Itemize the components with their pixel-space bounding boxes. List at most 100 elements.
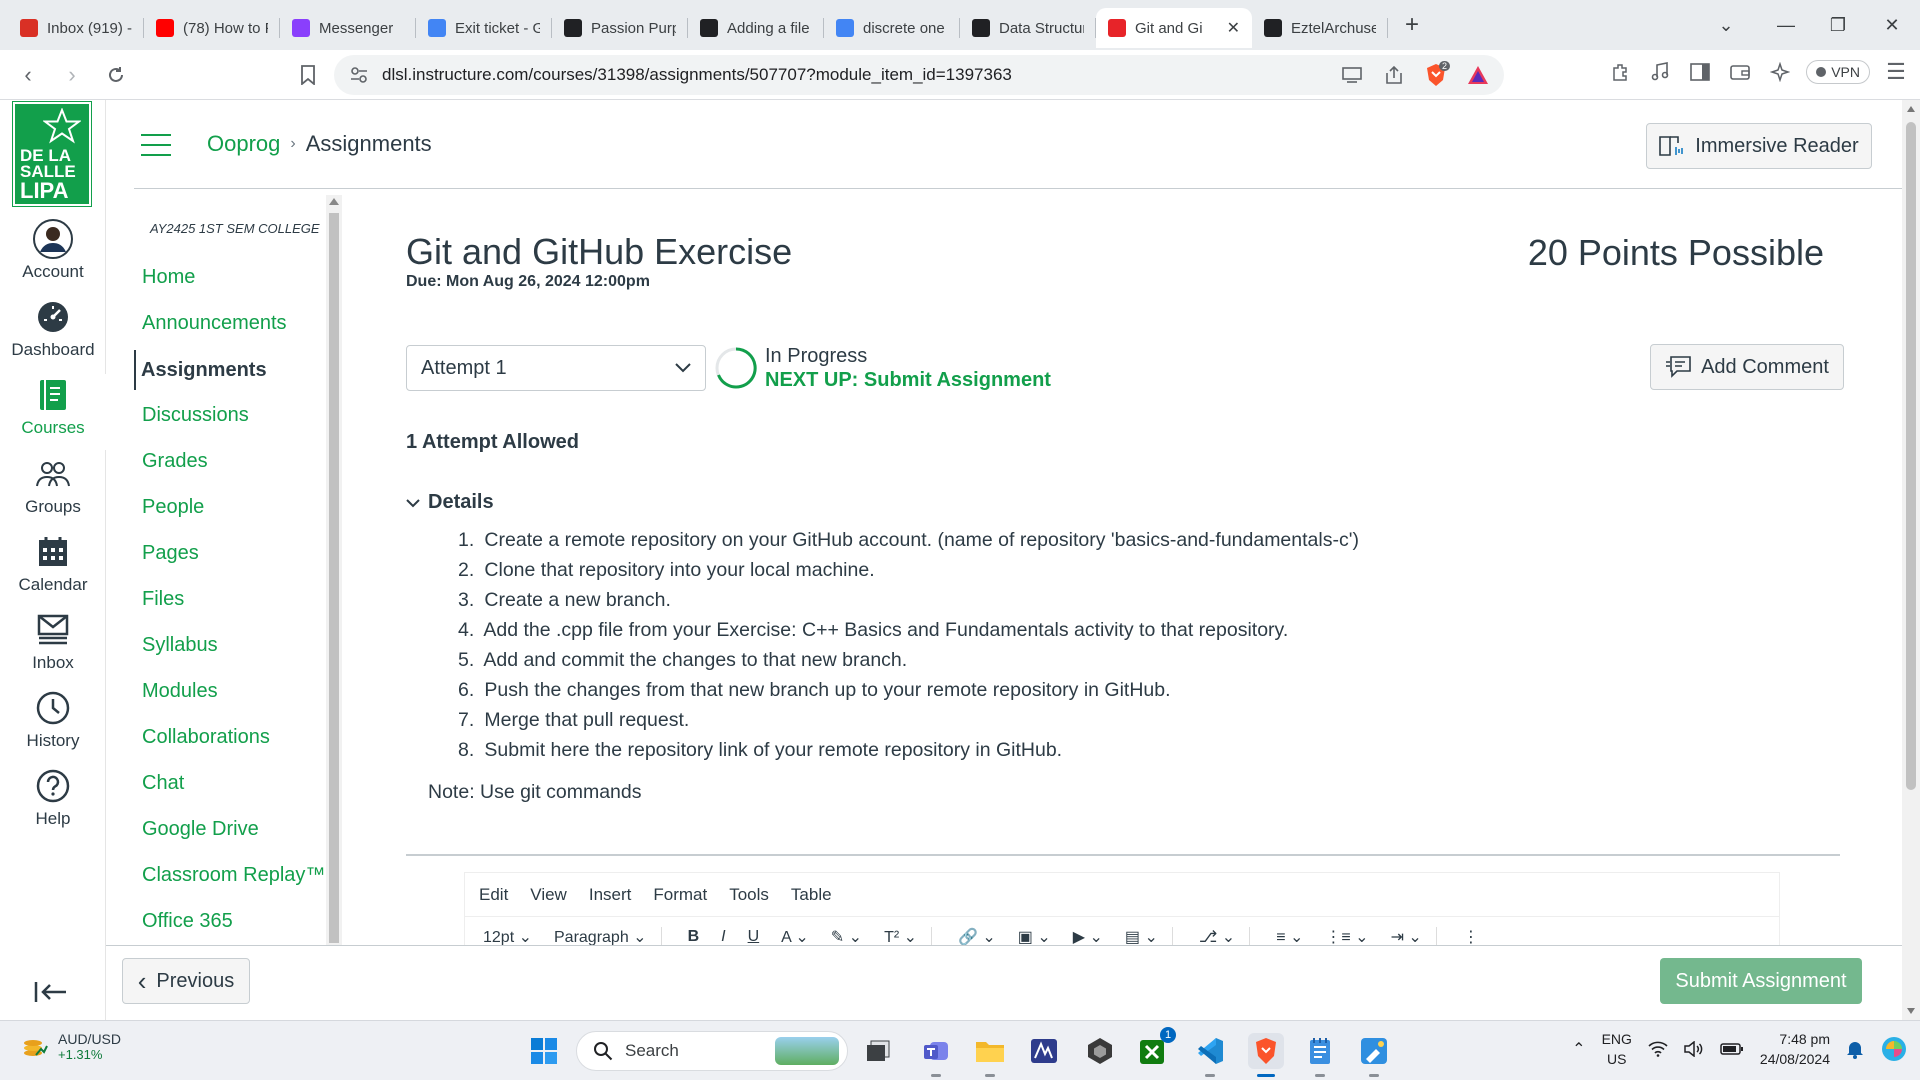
editor-menu-tools[interactable]: Tools — [729, 885, 769, 905]
show-hidden-icons-icon[interactable]: ⌃ — [1572, 1039, 1585, 1059]
course-nav-item-assignments[interactable]: Assignments — [134, 350, 267, 390]
paint-icon[interactable] — [1356, 1033, 1392, 1077]
course-nav-item-people[interactable]: People — [142, 496, 204, 519]
course-nav-item-google-drive[interactable]: Google Drive — [142, 818, 259, 841]
restore-button[interactable]: ❐ — [1812, 0, 1864, 50]
highlight-icon[interactable]: ✎ ⌄ — [831, 927, 862, 945]
global-nav-dashboard[interactable]: Dashboard — [0, 296, 106, 372]
editor-menu-view[interactable]: View — [530, 885, 567, 905]
scroll-down-icon[interactable] — [1907, 1008, 1915, 1014]
previous-button[interactable]: ‹ Previous — [122, 958, 250, 1004]
course-menu-toggle[interactable] — [141, 134, 171, 158]
align-icon[interactable]: ≡ ⌄ — [1276, 927, 1303, 945]
block-format-select[interactable]: Paragraph ⌄ — [554, 927, 647, 945]
scroll-thumb[interactable] — [329, 213, 339, 943]
volume-icon[interactable] — [1684, 1041, 1704, 1057]
vscode-icon[interactable] — [1192, 1033, 1228, 1077]
global-nav-courses[interactable]: Courses — [0, 374, 106, 450]
page-scrollbar[interactable] — [1902, 100, 1920, 1020]
course-nav-item-grades[interactable]: Grades — [142, 450, 208, 473]
reload-icon[interactable] — [98, 57, 134, 93]
details-toggle[interactable]: Details — [406, 491, 494, 514]
brave-browser-icon[interactable] — [1248, 1033, 1284, 1077]
sidebar-icon[interactable] — [1686, 58, 1714, 86]
global-nav-account[interactable]: Account — [0, 218, 106, 294]
indent-icon[interactable]: ⇥ ⌄ — [1391, 927, 1422, 945]
market-widget[interactable]: AUD/USD +1.31% — [22, 1031, 121, 1062]
link-icon[interactable]: 🔗 ⌄ — [958, 927, 996, 945]
battery-icon[interactable] — [1720, 1042, 1744, 1056]
teams-icon[interactable] — [918, 1033, 954, 1077]
scroll-thumb[interactable] — [1906, 122, 1916, 790]
file-explorer-icon[interactable] — [972, 1033, 1008, 1077]
global-nav-inbox[interactable]: Inbox — [0, 609, 106, 685]
collapse-nav-icon[interactable] — [34, 980, 68, 1004]
course-nav-item-home[interactable]: Home — [142, 266, 195, 289]
font-size-select[interactable]: 12pt ⌄ — [483, 927, 532, 945]
editor-menu-edit[interactable]: Edit — [479, 885, 508, 905]
unity-hub-icon[interactable] — [1082, 1033, 1118, 1069]
taskbar-search[interactable]: Search — [576, 1031, 848, 1071]
address-bar[interactable]: dlsl.instructure.com/courses/31398/assig… — [334, 55, 1504, 95]
vpn-button[interactable]: VPN — [1806, 60, 1870, 84]
browser-tab[interactable]: Inbox (919) - e — [8, 8, 144, 48]
editor-menu-insert[interactable]: Insert — [589, 885, 632, 905]
course-nav-item-office-365[interactable]: Office 365 — [142, 910, 233, 933]
global-nav-history[interactable]: History — [0, 687, 106, 763]
browser-tab[interactable]: Messenger — [280, 8, 416, 48]
attempt-select[interactable]: Attempt 1 — [406, 345, 706, 391]
copilot-icon[interactable] — [1880, 1035, 1908, 1063]
more-options-icon[interactable]: ⋮ — [1463, 927, 1479, 945]
rich-text-editor[interactable]: Edit View Insert Format Tools Table 12pt ⌄ Pa… — [464, 872, 1780, 945]
course-nav-item-discussions[interactable]: Discussions — [142, 404, 249, 427]
apps-plug-icon[interactable]: ⎇ ⌄ — [1199, 927, 1235, 945]
underline-icon[interactable]: U — [748, 928, 760, 945]
task-view-icon[interactable] — [860, 1033, 896, 1069]
course-nav-item-syllabus[interactable]: Syllabus — [142, 634, 218, 657]
course-nav-item-files[interactable]: Files — [142, 588, 184, 611]
clock[interactable]: 7:48 pm 24/08/2024 — [1760, 1029, 1830, 1069]
bookmark-icon[interactable] — [290, 57, 326, 93]
browser-tab[interactable]: Adding a file to — [688, 8, 824, 48]
xbox-icon[interactable]: 1 — [1136, 1027, 1176, 1069]
breadcrumb-course-link[interactable]: Ooprog — [207, 131, 280, 157]
course-nav-scrollbar[interactable] — [326, 195, 342, 945]
italic-icon[interactable]: I — [721, 928, 725, 945]
immersive-reader-button[interactable]: Immersive Reader — [1646, 123, 1872, 169]
global-nav-help[interactable]: Help — [0, 765, 106, 841]
course-nav-item-chat[interactable]: Chat — [142, 772, 184, 795]
course-nav-item-collaborations[interactable]: Collaborations — [142, 726, 270, 749]
minimize-button[interactable]: — — [1760, 0, 1812, 50]
course-nav-item-classroom-replay[interactable]: Classroom Replay™ — [142, 864, 325, 887]
close-tab-icon[interactable]: ✕ — [1227, 18, 1240, 38]
school-logo[interactable]: DE LA SALLE LIPA — [12, 101, 92, 207]
course-nav-item-modules[interactable]: Modules — [142, 680, 218, 703]
mathway-icon[interactable] — [1026, 1033, 1062, 1069]
brave-shields-icon[interactable]: 2 — [1422, 61, 1450, 89]
image-icon[interactable]: ▣ ⌄ — [1018, 927, 1051, 945]
global-nav-calendar[interactable]: Calendar — [0, 531, 106, 607]
global-nav-groups[interactable]: Groups — [0, 453, 106, 529]
close-window-button[interactable]: ✕ — [1866, 0, 1918, 50]
browser-tab[interactable]: Data Structure — [960, 8, 1096, 48]
browser-tab[interactable]: Git and Gi ✕ — [1096, 8, 1252, 48]
bold-icon[interactable]: B — [688, 928, 700, 945]
forward-button[interactable]: › — [54, 57, 90, 93]
editor-menu-format[interactable]: Format — [653, 885, 707, 905]
submit-assignment-button[interactable]: Submit Assignment — [1660, 958, 1862, 1004]
notification-bell-icon[interactable] — [1846, 1039, 1864, 1059]
site-settings-icon[interactable] — [350, 66, 368, 84]
media-icon[interactable]: ▶ ⌄ — [1073, 927, 1103, 945]
document-icon[interactable]: ▤ ⌄ — [1125, 927, 1158, 945]
editor-menu-table[interactable]: Table — [791, 885, 832, 905]
new-tab-button[interactable]: + — [1392, 5, 1432, 45]
browser-menu-icon[interactable]: ☰ — [1882, 58, 1910, 86]
brave-rewards-icon[interactable] — [1464, 61, 1492, 89]
leo-ai-icon[interactable] — [1766, 58, 1794, 86]
media-icon[interactable] — [1646, 58, 1674, 86]
browser-tab[interactable]: Exit ticket - Go — [416, 8, 552, 48]
extensions-icon[interactable] — [1606, 58, 1634, 86]
course-nav-item-pages[interactable]: Pages — [142, 542, 199, 565]
start-button-icon[interactable] — [526, 1033, 562, 1069]
wifi-icon[interactable] — [1648, 1041, 1668, 1057]
